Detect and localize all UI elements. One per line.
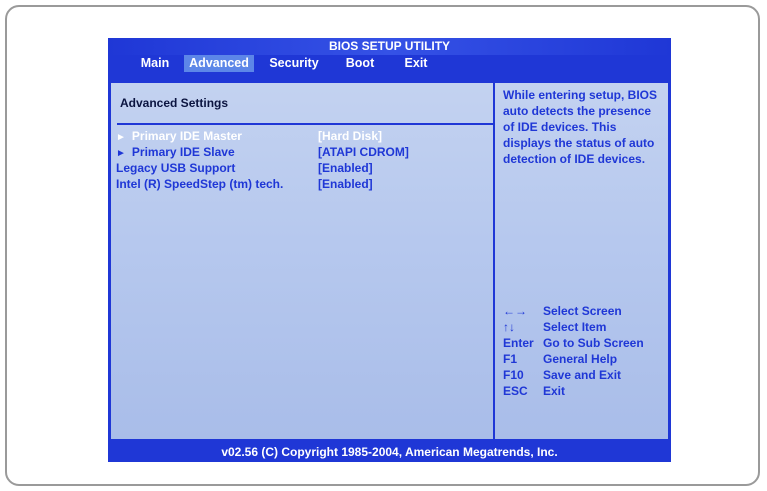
key-row-esc: ESC Exit bbox=[503, 384, 668, 400]
key-desc: Exit bbox=[543, 384, 566, 398]
up-down-arrow-icon: ↑↓ bbox=[503, 320, 515, 334]
help-text: While entering setup, BIOS auto detects … bbox=[503, 88, 658, 166]
setting-value: [Hard Disk] bbox=[318, 129, 383, 143]
content-panel: Advanced Settings ► Primary IDE Master [H… bbox=[111, 83, 668, 439]
menu-bar: Main Advanced Security Boot Exit bbox=[108, 55, 671, 72]
key-row-select-item: ↑↓ Select Item bbox=[503, 320, 668, 336]
setting-value: [Enabled] bbox=[318, 161, 373, 175]
setting-label: Intel (R) SpeedStep (tm) tech. bbox=[116, 177, 284, 191]
key-row-select-screen: ←→ Select Screen bbox=[503, 304, 668, 320]
tab-main[interactable]: Main bbox=[130, 55, 180, 72]
tab-exit[interactable]: Exit bbox=[396, 55, 436, 72]
key-desc: Select Screen bbox=[543, 304, 622, 318]
tab-advanced[interactable]: Advanced bbox=[184, 55, 254, 72]
setting-row-legacy-usb[interactable]: Legacy USB Support [Enabled] bbox=[111, 161, 493, 177]
setting-label: ► Primary IDE Master bbox=[116, 129, 242, 143]
left-right-arrow-icon: ←→ bbox=[503, 304, 527, 318]
section-divider bbox=[117, 123, 493, 125]
submenu-arrow-icon: ► bbox=[116, 148, 126, 159]
key-name: F10 bbox=[503, 368, 524, 382]
key-desc: Go to Sub Screen bbox=[543, 336, 644, 350]
setting-value: [Enabled] bbox=[318, 177, 373, 191]
copyright-footer: v02.56 (C) Copyright 1985-2004, American… bbox=[108, 443, 671, 462]
key-desc: Save and Exit bbox=[543, 368, 622, 382]
key-name: F1 bbox=[503, 352, 518, 366]
key-name: Enter bbox=[503, 336, 534, 350]
setting-row-primary-ide-master[interactable]: ► Primary IDE Master [Hard Disk] bbox=[111, 129, 493, 145]
tab-security[interactable]: Security bbox=[262, 55, 326, 72]
key-row-enter: Enter Go to Sub Screen bbox=[503, 336, 668, 352]
section-title: Advanced Settings bbox=[120, 96, 229, 110]
key-row-f1: F1 General Help bbox=[503, 352, 668, 368]
setting-label: Legacy USB Support bbox=[116, 161, 236, 175]
setting-value: [ATAPI CDROM] bbox=[318, 145, 409, 159]
tab-boot[interactable]: Boot bbox=[336, 55, 384, 72]
submenu-arrow-icon: ► bbox=[116, 132, 126, 143]
key-legend: ←→ Select Screen ↑↓ Select Item Enter Go… bbox=[503, 304, 668, 400]
key-desc: Select Item bbox=[543, 320, 607, 334]
setting-row-primary-ide-slave[interactable]: ► Primary IDE Slave [ATAPI CDROM] bbox=[111, 145, 493, 161]
key-desc: General Help bbox=[543, 352, 618, 366]
settings-pane: Advanced Settings ► Primary IDE Master [H… bbox=[111, 83, 493, 439]
bios-title: BIOS SETUP UTILITY bbox=[108, 38, 671, 55]
bios-screen: BIOS SETUP UTILITY Main Advanced Securit… bbox=[108, 38, 671, 462]
key-name: ESC bbox=[503, 384, 528, 398]
setting-row-speedstep[interactable]: Intel (R) SpeedStep (tm) tech. [Enabled] bbox=[111, 177, 493, 193]
key-row-f10: F10 Save and Exit bbox=[503, 368, 668, 384]
setting-label: ► Primary IDE Slave bbox=[116, 145, 235, 159]
help-pane: While entering setup, BIOS auto detects … bbox=[495, 83, 668, 439]
